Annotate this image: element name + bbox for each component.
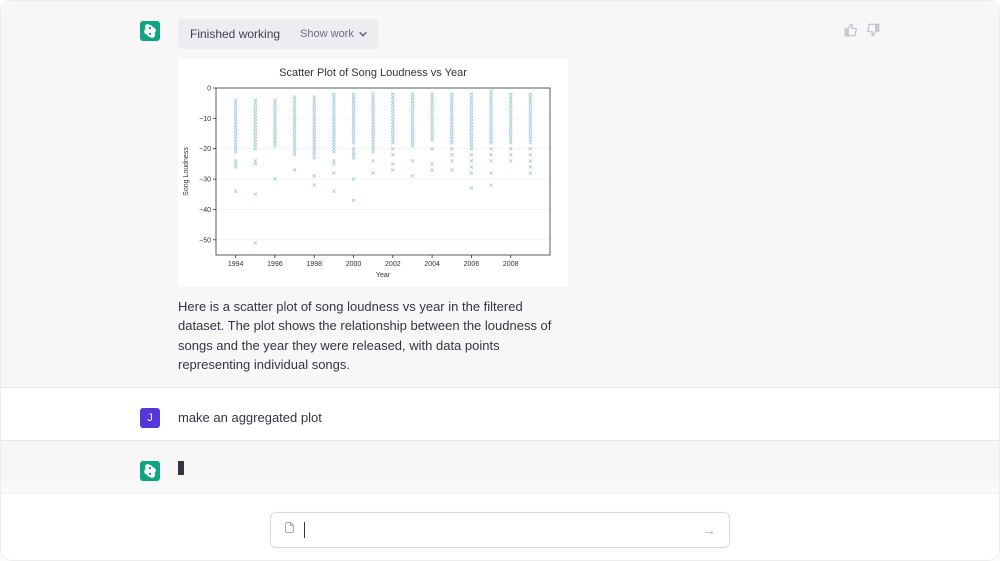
- svg-text:2006: 2006: [464, 261, 480, 268]
- show-work-toggle[interactable]: Show work: [300, 26, 368, 43]
- svg-text:2008: 2008: [503, 261, 519, 268]
- user-avatar: J: [140, 408, 160, 428]
- typing-cursor-icon: [178, 461, 184, 475]
- svg-text:−50: −50: [199, 237, 211, 244]
- openai-logo-icon: [143, 24, 157, 38]
- assistant-message: Finished working Show work Scatter Plot …: [1, 1, 999, 388]
- svg-text:Year: Year: [376, 272, 391, 279]
- send-button[interactable]: →: [702, 522, 717, 538]
- user-message: J make an aggregated plot: [1, 388, 999, 441]
- openai-logo-icon: [143, 464, 157, 478]
- thumbs-up-button[interactable]: [844, 23, 858, 42]
- chevron-down-icon: [358, 29, 368, 39]
- composer[interactable]: →: [270, 512, 730, 548]
- svg-text:0: 0: [207, 85, 211, 92]
- composer-area: →: [1, 482, 999, 548]
- tool-status-badge: Finished working Show work: [178, 19, 378, 49]
- user-text: make an aggregated plot: [178, 406, 860, 428]
- thumbs-down-icon: [866, 23, 880, 37]
- message-list: Finished working Show work Scatter Plot …: [1, 1, 999, 494]
- svg-text:Song Loudness: Song Loudness: [183, 146, 190, 195]
- attach-file-button[interactable]: [283, 521, 296, 539]
- show-work-label: Show work: [300, 26, 354, 43]
- svg-text:2000: 2000: [346, 261, 362, 268]
- svg-text:−10: −10: [199, 115, 211, 122]
- composer-input[interactable]: [305, 522, 702, 539]
- svg-text:−40: −40: [199, 206, 211, 213]
- tool-status-label: Finished working: [190, 25, 280, 43]
- thumbs-down-button[interactable]: [866, 23, 880, 42]
- svg-text:−20: −20: [199, 146, 211, 153]
- svg-text:1998: 1998: [306, 261, 322, 268]
- assistant-text: Here is a scatter plot of song loudness …: [178, 297, 568, 375]
- file-icon: [283, 521, 296, 534]
- svg-text:1996: 1996: [267, 261, 283, 268]
- thumbs-up-icon: [844, 23, 858, 37]
- assistant-avatar: [140, 461, 160, 481]
- scatter-plot: 0 −10 −20 −30 −40 −50 1994 1996 1998 2000 2002 2004…: [178, 84, 558, 279]
- svg-text:2002: 2002: [385, 261, 401, 268]
- svg-text:2004: 2004: [424, 261, 440, 268]
- svg-text:−30: −30: [199, 176, 211, 183]
- svg-text:1994: 1994: [228, 261, 244, 268]
- feedback-buttons: [844, 23, 880, 42]
- assistant-avatar: [140, 21, 160, 41]
- chart-title: Scatter Plot of Song Loudness vs Year: [178, 65, 568, 82]
- app-frame: Finished working Show work Scatter Plot …: [0, 0, 1000, 561]
- chart-output: Scatter Plot of Song Loudness vs Year 0 −…: [178, 59, 568, 287]
